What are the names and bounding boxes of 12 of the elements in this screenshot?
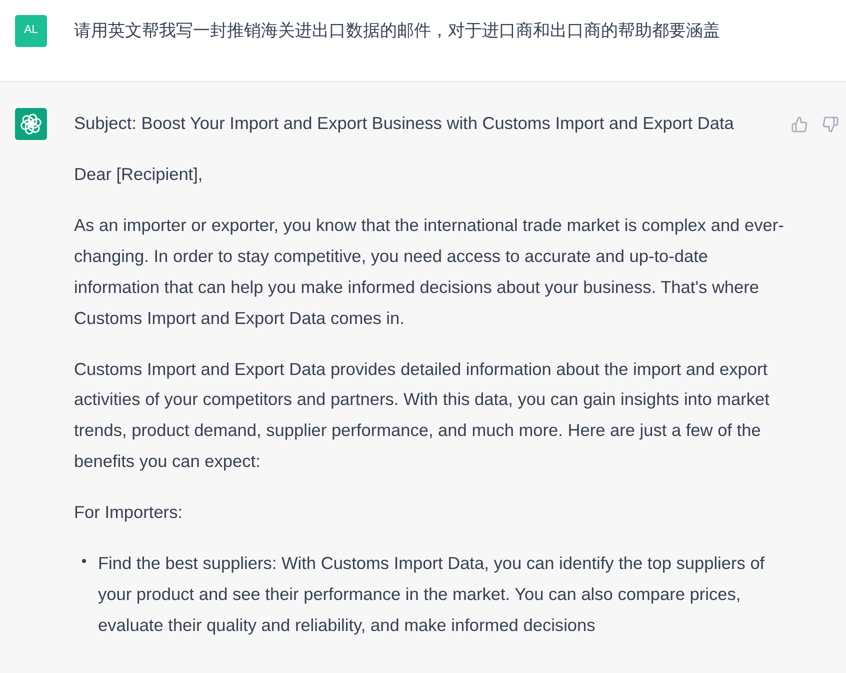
user-avatar: AL	[15, 15, 47, 47]
thumbs-down-icon[interactable]	[822, 116, 839, 133]
message-paragraph: Subject: Boost Your Import and Export Business with Customs Import and Export Data	[74, 112, 735, 135]
bullet-text: Find the best suppliers: With Customs Import Data, you can identify the top suppliers of your product and see their performance in the market. You can also compare prices, evaluate their quality and reliability, and make informed decisions	[98, 552, 766, 637]
assistant-logo-icon	[15, 108, 47, 140]
message-paragraph: As an importer or exporter, you know that the international trade market is complex and ever-changing. In order to stay competitive, you need access to accurate and up-to-date information that can help you make informed decisions about your business. That's where Customs Import and Export Data comes in.	[74, 214, 785, 330]
bullet-icon	[82, 559, 86, 564]
user-message-text: 请用英文帮我写一封推销海关进出口数据的邮件，对于进口商和出口商的帮助都要涵盖	[74, 20, 720, 42]
thumbs-up-icon[interactable]	[791, 116, 808, 133]
message-paragraph: For Importers:	[74, 501, 184, 524]
message-paragraph: Customs Import and Export Data provides detailed information about the import and export activities of your competitors and partners. With this data, you can gain insights into market trends, product demand, supplier performance, and much more. Here are just a few of the benefits you can expect:	[74, 358, 770, 473]
message-paragraph: Dear [Recipient],	[74, 163, 204, 186]
